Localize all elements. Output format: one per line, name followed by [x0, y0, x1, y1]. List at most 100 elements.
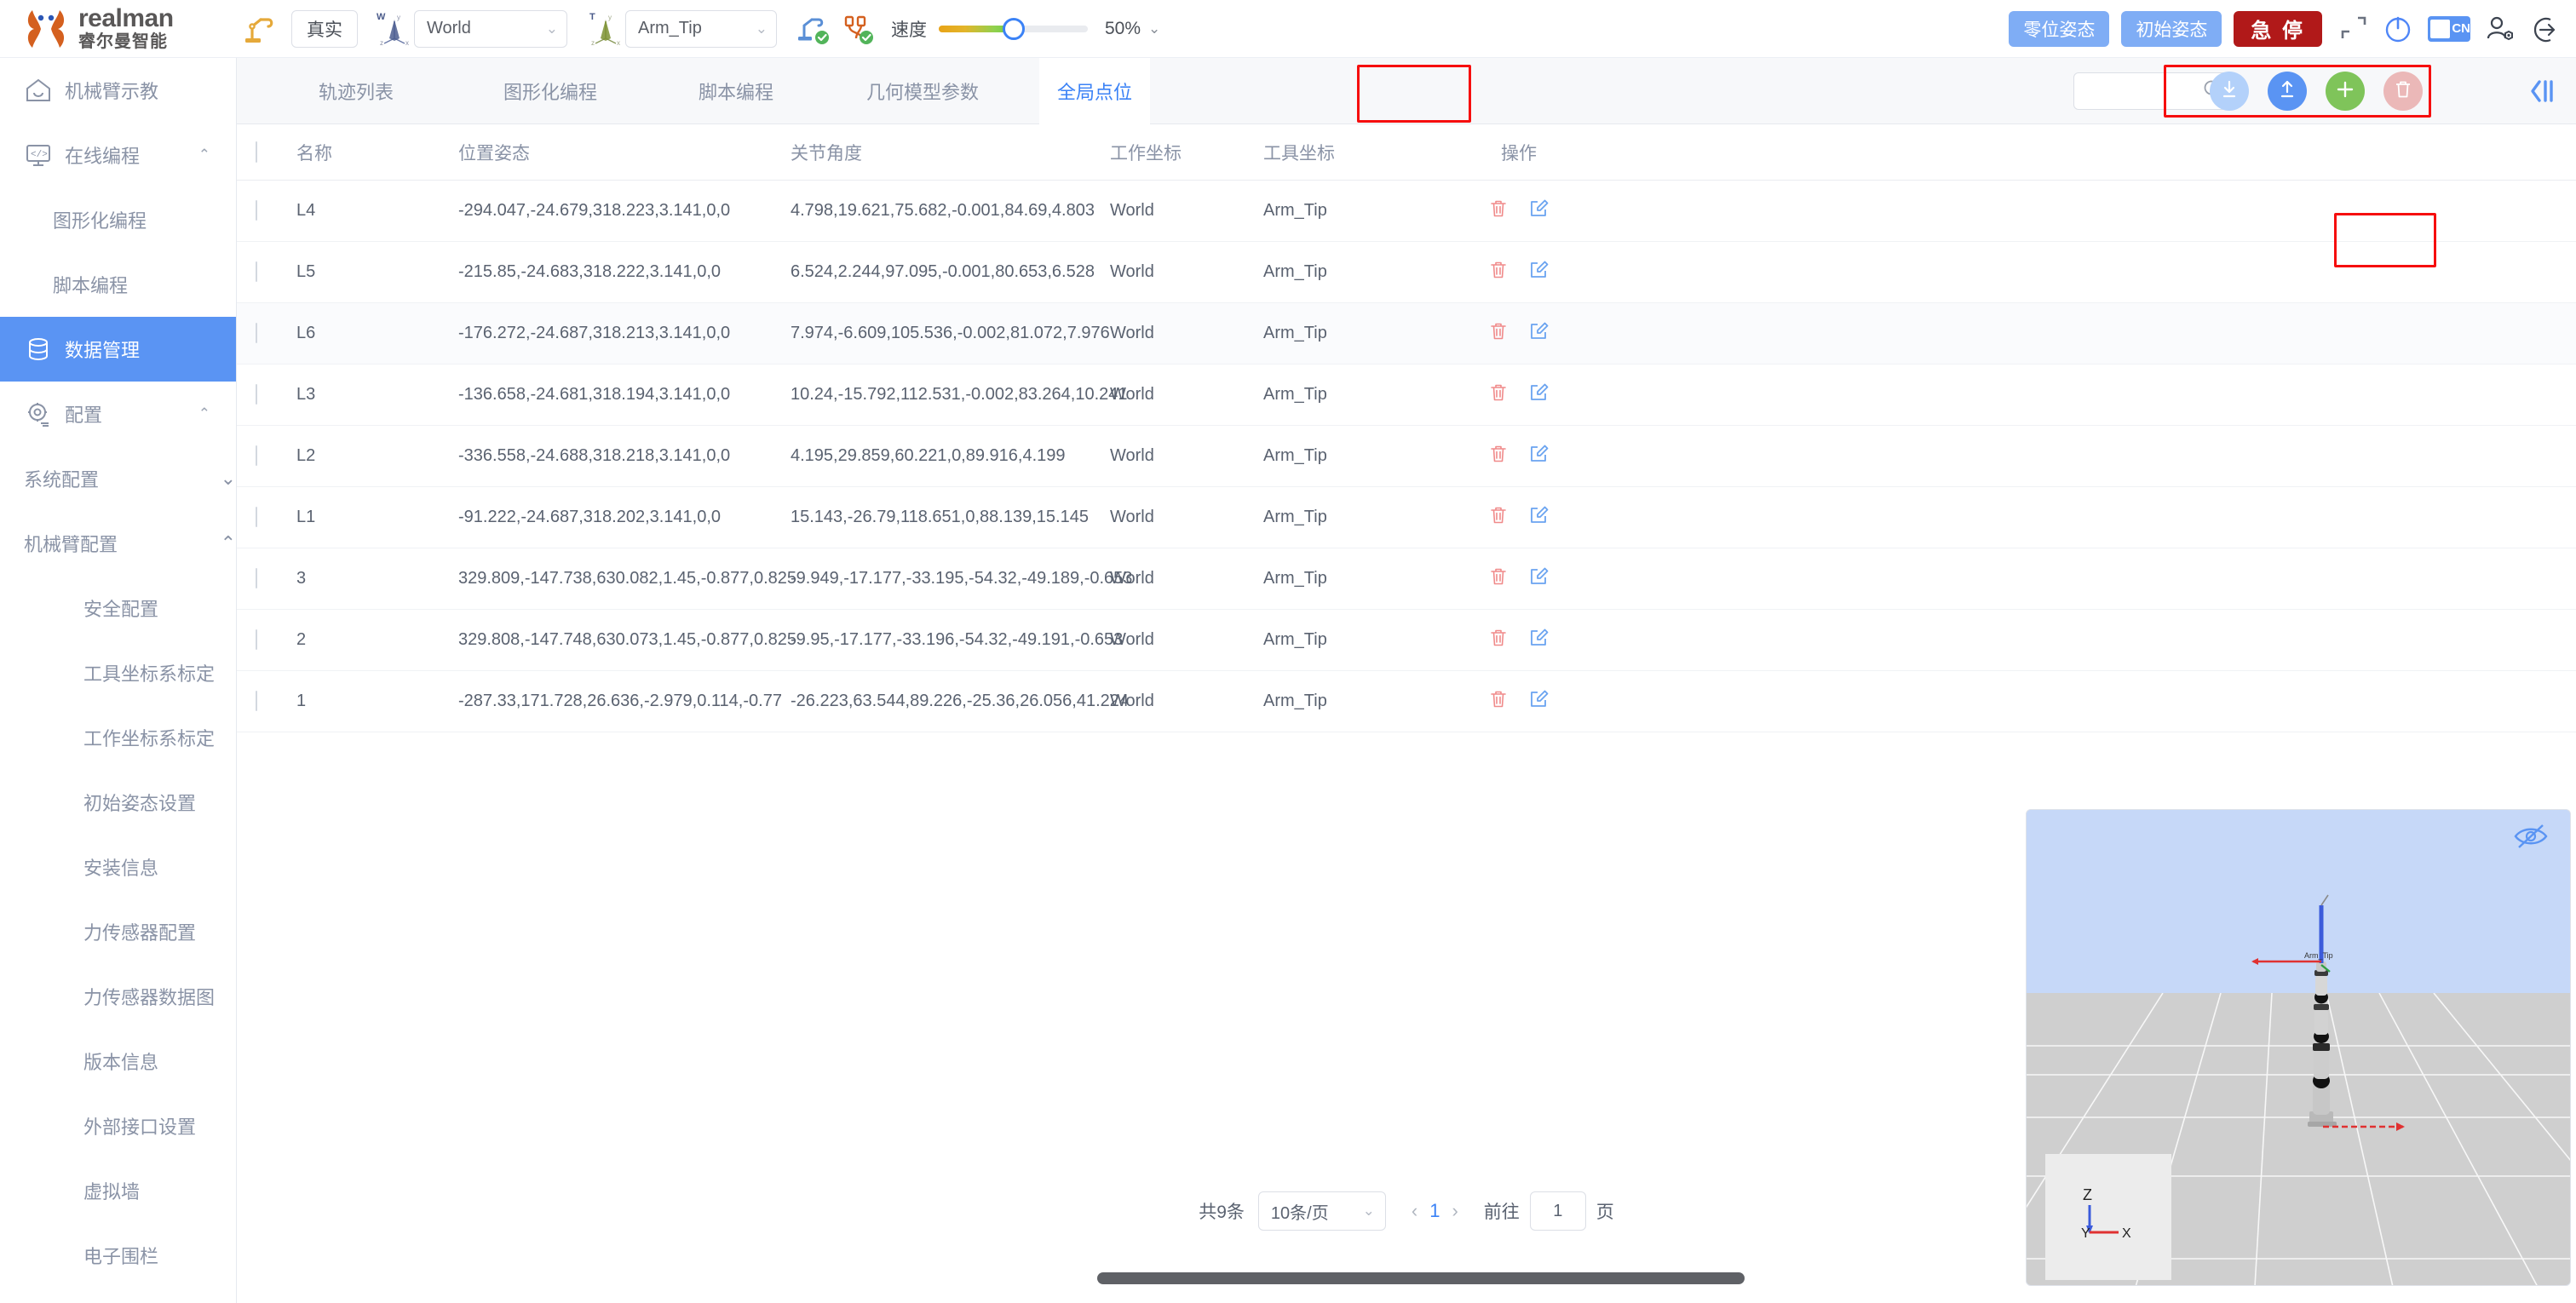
row-edit-icon[interactable]	[1528, 565, 1550, 593]
sidebar-item-graphical-programming[interactable]: 图形化编程	[0, 187, 236, 252]
next-page-button[interactable]: ›	[1452, 1200, 1458, 1222]
chevron-down-icon: ⌄	[755, 20, 768, 37]
row-delete-icon[interactable]	[1487, 565, 1509, 593]
prev-page-button[interactable]: ‹	[1412, 1200, 1417, 1222]
row-checkbox[interactable]	[237, 384, 296, 405]
page-number-1[interactable]: 1	[1429, 1200, 1440, 1222]
table-row[interactable]: L2 -336.558,-24.688,318.218,3.141,0,0 4.19…	[237, 426, 2576, 487]
sidebar-item-script-programming[interactable]: 脚本编程	[0, 252, 236, 317]
logout-icon[interactable]	[2528, 13, 2561, 45]
work-frame-select[interactable]: World ⌄	[414, 9, 567, 48]
sidebar-item-teach[interactable]: 机械臂示教	[0, 58, 236, 123]
sidebar-item-label: 工具坐标系标定	[83, 663, 216, 685]
horizontal-scrollbar-thumb[interactable]	[1097, 1272, 1745, 1284]
row-checkbox[interactable]	[237, 629, 296, 650]
row-delete-icon[interactable]	[1487, 382, 1509, 409]
sidebar-item-system-config[interactable]: 系统配置 ⌄	[0, 446, 236, 511]
row-delete-icon[interactable]	[1487, 259, 1509, 286]
zero-pose-button[interactable]: 零位姿态	[2009, 10, 2110, 47]
row-delete-icon[interactable]	[1487, 627, 1509, 654]
table-row[interactable]: L5 -215.85,-24.683,318.222,3.141,0,0 6.524…	[237, 242, 2576, 303]
row-edit-icon[interactable]	[1528, 382, 1550, 409]
sidebar-item-force-sensor-config[interactable]: 力传感器配置	[0, 899, 236, 964]
language-label: CN	[2452, 21, 2470, 36]
tab-script-programming[interactable]: 脚本编程	[668, 58, 804, 124]
sidebar-item-tool-frame-calib[interactable]: 工具坐标系标定	[0, 640, 236, 705]
row-delete-icon[interactable]	[1487, 320, 1509, 347]
sidebar-item-external-interface[interactable]: 外部接口设置	[0, 1093, 236, 1158]
row-checkbox[interactable]	[237, 568, 296, 588]
table-row[interactable]: L3 -136.658,-24.681,318.194,3.141,0,0 10.2…	[237, 364, 2576, 426]
table-row[interactable]: L4 -294.047,-24.679,318.223,3.141,0,0 4.79…	[237, 181, 2576, 242]
tab-label: 脚本编程	[698, 81, 773, 103]
row-delete-icon[interactable]	[1487, 688, 1509, 715]
chevron-down-icon[interactable]: ⌄	[1148, 20, 1160, 37]
tool-frame-select[interactable]: Arm_Tip ⌄	[625, 9, 777, 48]
table-row[interactable]: 3 329.809,-147.738,630.082,1.45,-0.877,0.…	[237, 548, 2576, 610]
table-row[interactable]: 1 -287.33,171.728,26.636,-2.979,0.114,-0.…	[237, 671, 2576, 732]
sidebar-item-electronic-fence[interactable]: 电子围栏	[0, 1223, 236, 1288]
tab-trajectory-list[interactable]: 轨迹列表	[279, 58, 433, 124]
row-edit-icon[interactable]	[1528, 443, 1550, 470]
cell-pose: -287.33,171.728,26.636,-2.979,0.114,-0.7…	[458, 692, 782, 710]
tab-geometry-params[interactable]: 几何模型参数	[842, 58, 1003, 124]
sidebar-item-version-info[interactable]: 版本信息	[0, 1029, 236, 1093]
speed-slider[interactable]	[939, 17, 1088, 40]
row-checkbox[interactable]	[237, 691, 296, 711]
sidebar-item-virtual-wall[interactable]: 虚拟墙	[0, 1158, 236, 1223]
table-row[interactable]: L1 -91.222,-24.687,318.202,3.141,0,0 15.14…	[237, 487, 2576, 548]
robot-connected-icon[interactable]	[796, 11, 831, 47]
init-pose-button[interactable]: 初始姿态	[2121, 10, 2222, 47]
sidebar-item-init-pose-setting[interactable]: 初始姿态设置	[0, 770, 236, 835]
table-header-row: 名称 位置姿态 关节角度 工作坐标 工具坐标 操作	[237, 124, 2576, 181]
emergency-stop-button[interactable]: 急 停	[2234, 10, 2322, 47]
language-toggle[interactable]: CN	[2428, 15, 2470, 42]
table-row[interactable]: L6 -176.272,-24.687,318.213,3.141,0,0 7.97…	[237, 303, 2576, 364]
row-checkbox[interactable]	[237, 261, 296, 282]
row-edit-icon[interactable]	[1528, 504, 1550, 531]
sidebar-item-configuration[interactable]: 配置 ⌃	[0, 382, 236, 446]
mode-toggle-button[interactable]: 真实	[291, 9, 358, 48]
row-delete-icon[interactable]	[1487, 198, 1509, 225]
tab-bar: 轨迹列表 图形化编程 脚本编程 几何模型参数 全局点位	[237, 57, 2576, 124]
sidebar-item-arm-config[interactable]: 机械臂配置 ⌃	[0, 511, 236, 576]
collapse-panel-icon[interactable]	[2525, 75, 2559, 112]
tab-global-points[interactable]: 全局点位	[1039, 57, 1150, 124]
page-size-select[interactable]: 10条/页 ⌄	[1257, 1191, 1386, 1231]
row-checkbox[interactable]	[237, 445, 296, 466]
power-icon[interactable]	[2382, 13, 2414, 45]
row-checkbox[interactable]	[237, 323, 296, 343]
goto-page-input[interactable]: 1	[1529, 1191, 1586, 1231]
controller-connected-icon[interactable]	[840, 11, 876, 47]
sidebar-item-safety-config[interactable]: 安全配置	[0, 576, 236, 640]
fullscreen-icon[interactable]	[2339, 14, 2368, 43]
row-checkbox[interactable]	[237, 200, 296, 221]
select-all-checkbox[interactable]	[237, 141, 296, 163]
sidebar-item-data-management[interactable]: 数据管理	[0, 317, 236, 382]
cell-joint: 4.195,29.859,60.221,0,89.916,4.199	[791, 446, 1066, 465]
row-edit-icon[interactable]	[1528, 198, 1550, 225]
row-edit-icon[interactable]	[1528, 688, 1550, 715]
robot-3d-viewport[interactable]: Arm_Tip Z Y X	[2026, 809, 2571, 1286]
row-edit-icon[interactable]	[1528, 627, 1550, 654]
home-icon	[24, 76, 53, 105]
speed-slider-knob[interactable]	[1002, 17, 1025, 40]
table-row[interactable]: 2 329.808,-147.748,630.073,1.45,-0.877,0.…	[237, 610, 2576, 671]
sidebar-item-online-programming[interactable]: </> 在线编程 ⌃	[0, 123, 236, 187]
sidebar-item-install-info[interactable]: 安装信息	[0, 835, 236, 899]
chevron-down-icon: ⌄	[1362, 1203, 1375, 1219]
eye-hidden-icon[interactable]	[2512, 822, 2550, 855]
sidebar-item-label: 外部接口设置	[83, 1116, 197, 1138]
column-header-pose: 位置姿态	[458, 143, 530, 164]
brand-logo[interactable]: realman 睿尔曼智能	[22, 5, 235, 51]
row-delete-icon[interactable]	[1487, 443, 1509, 470]
user-settings-icon[interactable]	[2484, 13, 2516, 45]
row-edit-icon[interactable]	[1528, 259, 1550, 286]
row-checkbox[interactable]	[237, 507, 296, 527]
sidebar-item-work-frame-calib[interactable]: 工作坐标系标定	[0, 705, 236, 770]
cell-work-frame: World	[1110, 569, 1154, 588]
tab-graphical-programming[interactable]: 图形化编程	[474, 58, 627, 124]
row-delete-icon[interactable]	[1487, 504, 1509, 531]
sidebar-item-force-sensor-chart[interactable]: 力传感器数据图	[0, 964, 236, 1029]
row-edit-icon[interactable]	[1528, 320, 1550, 347]
